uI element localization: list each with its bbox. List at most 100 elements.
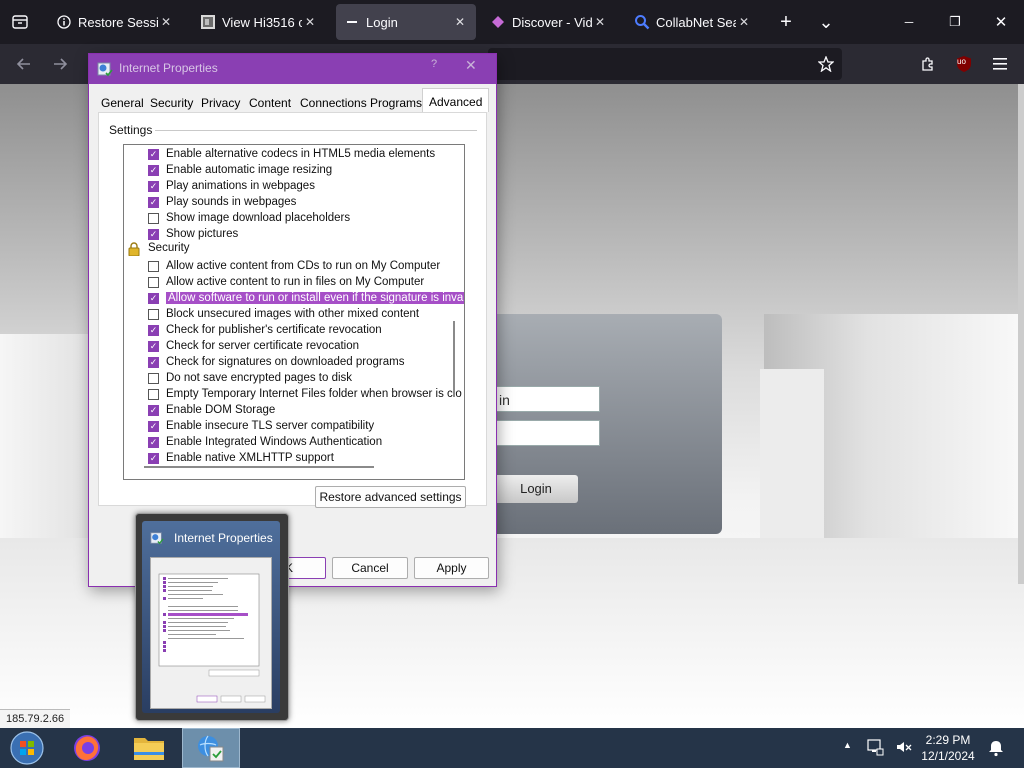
network-icon[interactable] xyxy=(866,738,884,756)
tab-security[interactable]: Security xyxy=(150,96,193,110)
tab-login[interactable]: Login ✕ xyxy=(336,4,476,40)
taskbar-clock[interactable]: 2:29 PM 12/1/2024 xyxy=(916,732,980,764)
start-button[interactable] xyxy=(0,728,54,768)
taskbar-internet-properties[interactable] xyxy=(182,728,240,768)
checkbox[interactable]: ✓ xyxy=(148,228,159,240)
checkbox[interactable]: ✓ xyxy=(148,196,159,208)
setting-item[interactable]: ✓ Enable automatic image resizing xyxy=(148,162,332,178)
back-button[interactable] xyxy=(12,52,36,76)
checkbox[interactable] xyxy=(148,308,159,320)
setting-item[interactable]: ✓ Check for publisher's certificate revoc… xyxy=(148,322,382,338)
url-bar[interactable] xyxy=(488,48,842,80)
dialog-titlebar[interactable]: Internet Properties ? ✕ xyxy=(89,54,496,84)
setting-label: Enable native XMLHTTP support xyxy=(166,452,334,464)
restore-button[interactable]: ❐ xyxy=(939,6,971,38)
tab-content[interactable]: Content xyxy=(249,96,291,110)
checkbox[interactable]: ✓ xyxy=(148,420,159,432)
tab-collabnet-searx[interactable]: CollabNet SearX ✕ xyxy=(626,4,760,40)
tab-close-icon[interactable]: ✕ xyxy=(302,15,318,29)
close-window-button[interactable]: ✕ xyxy=(985,6,1017,38)
setting-item[interactable]: ✓ Play animations in webpages xyxy=(148,178,315,194)
setting-item[interactable]: ✓ Check for server certificate revocation xyxy=(148,338,359,354)
taskbar-window-preview[interactable]: Internet Properties xyxy=(135,513,289,721)
tab-discover[interactable]: Discover - Vid B ✕ xyxy=(482,4,616,40)
taskbar-file-explorer[interactable] xyxy=(120,728,178,768)
bookmark-star-button[interactable] xyxy=(814,52,838,76)
checkbox[interactable]: ✓ xyxy=(148,340,159,352)
checkbox[interactable]: ✓ xyxy=(148,324,159,336)
setting-item[interactable]: Allow active content to run in files on … xyxy=(148,274,424,290)
checkbox[interactable]: ✓ xyxy=(148,180,159,192)
setting-item[interactable]: ✓ Enable insecure TLS server compatibilit… xyxy=(148,418,374,434)
firefox-view-icon xyxy=(12,15,28,29)
show-hidden-icons-button[interactable]: ▲ xyxy=(843,740,852,750)
setting-label: Empty Temporary Internet Files folder wh… xyxy=(166,388,462,400)
login-button[interactable]: Login xyxy=(494,475,578,503)
dialog-close-button[interactable]: ✕ xyxy=(465,57,477,74)
forward-button[interactable] xyxy=(48,52,72,76)
minimize-button[interactable]: ─ xyxy=(893,6,925,38)
tab-close-icon[interactable]: ✕ xyxy=(158,15,174,29)
checkbox[interactable] xyxy=(148,260,159,272)
setting-item[interactable]: ✓ Enable native XMLHTTP support xyxy=(148,450,334,466)
setting-item-selected[interactable]: ✓ Allow software to run or install even i… xyxy=(148,290,464,306)
star-icon xyxy=(818,56,834,72)
preview-miniature-graphic xyxy=(151,558,271,708)
internet-properties-icon xyxy=(198,735,224,762)
checkbox[interactable] xyxy=(148,212,159,224)
app-menu-button[interactable] xyxy=(988,52,1012,76)
link-status-bar: 185.79.2.66 xyxy=(0,709,71,729)
setting-item[interactable]: Do not save encrypted pages to disk xyxy=(148,370,352,386)
setting-item[interactable]: Block unsecured images with other mixed … xyxy=(148,306,419,322)
new-tab-button[interactable]: + xyxy=(770,6,802,38)
tab-close-icon[interactable]: ✕ xyxy=(452,15,468,29)
tab-label: CollabNet SearX xyxy=(656,14,736,30)
setting-item[interactable]: ✓ Enable DOM Storage xyxy=(148,402,275,418)
volume-muted-icon[interactable] xyxy=(895,738,913,756)
tab-connections[interactable]: Connections xyxy=(300,96,367,110)
tree-vertical-scrollbar[interactable] xyxy=(453,321,455,397)
tab-close-icon[interactable]: ✕ xyxy=(736,15,752,29)
tab-privacy[interactable]: Privacy xyxy=(201,96,240,110)
setting-item[interactable]: Allow active content from CDs to run on … xyxy=(148,258,440,274)
checkbox[interactable]: ✓ xyxy=(148,452,159,464)
checkbox[interactable]: ✓ xyxy=(148,436,159,448)
page-scrollbar[interactable] xyxy=(1018,84,1024,584)
checkbox[interactable]: ✓ xyxy=(148,404,159,416)
list-all-tabs-button[interactable]: ⌄ xyxy=(810,6,842,38)
checkbox[interactable]: ✓ xyxy=(148,292,159,304)
tab-programs[interactable]: Programs xyxy=(370,96,422,110)
extensions-button[interactable] xyxy=(916,52,940,76)
tree-horizontal-scrollbar[interactable] xyxy=(144,466,374,468)
dialog-title: Internet Properties xyxy=(119,61,218,75)
checkbox[interactable]: ✓ xyxy=(148,148,159,160)
setting-item[interactable]: ✓ Enable alternative codecs in HTML5 medi… xyxy=(148,146,435,162)
setting-item[interactable]: Show image download placeholders xyxy=(148,210,350,226)
notification-bell-icon[interactable] xyxy=(987,739,1005,757)
tab-advanced[interactable]: Advanced xyxy=(422,88,490,112)
tab-restore-session[interactable]: Restore Session ✕ xyxy=(48,4,182,40)
firefox-view-button[interactable] xyxy=(4,6,36,38)
apply-button[interactable]: Apply xyxy=(414,557,489,579)
ublock-extension-button[interactable]: uo xyxy=(952,52,976,76)
advanced-settings-tree[interactable]: ✓ Enable alternative codecs in HTML5 medi… xyxy=(123,144,465,480)
tab-general[interactable]: General xyxy=(101,96,144,110)
taskbar-firefox[interactable] xyxy=(58,728,116,768)
checkbox[interactable]: ✓ xyxy=(148,164,159,176)
tab-close-icon[interactable]: ✕ xyxy=(592,15,608,29)
tab-view-hi3516[interactable]: View Hi3516 cam ✕ xyxy=(192,4,326,40)
checkbox[interactable]: ✓ xyxy=(148,356,159,368)
setting-item[interactable]: Empty Temporary Internet Files folder wh… xyxy=(148,386,462,402)
username-field[interactable]: in xyxy=(494,386,600,412)
setting-item[interactable]: ✓ Enable Integrated Windows Authenticatio… xyxy=(148,434,382,450)
checkbox[interactable] xyxy=(148,372,159,384)
restore-advanced-settings-button[interactable]: Restore advanced settings xyxy=(315,486,466,508)
setting-item[interactable]: ✓ Show pictures xyxy=(148,226,238,242)
cancel-button[interactable]: Cancel xyxy=(332,557,408,579)
setting-item[interactable]: ✓ Check for signatures on downloaded prog… xyxy=(148,354,404,370)
checkbox[interactable] xyxy=(148,276,159,288)
password-field[interactable] xyxy=(494,420,600,446)
setting-item[interactable]: ✓ Play sounds in webpages xyxy=(148,194,296,210)
help-button[interactable]: ? xyxy=(431,58,437,70)
checkbox[interactable] xyxy=(148,388,159,400)
